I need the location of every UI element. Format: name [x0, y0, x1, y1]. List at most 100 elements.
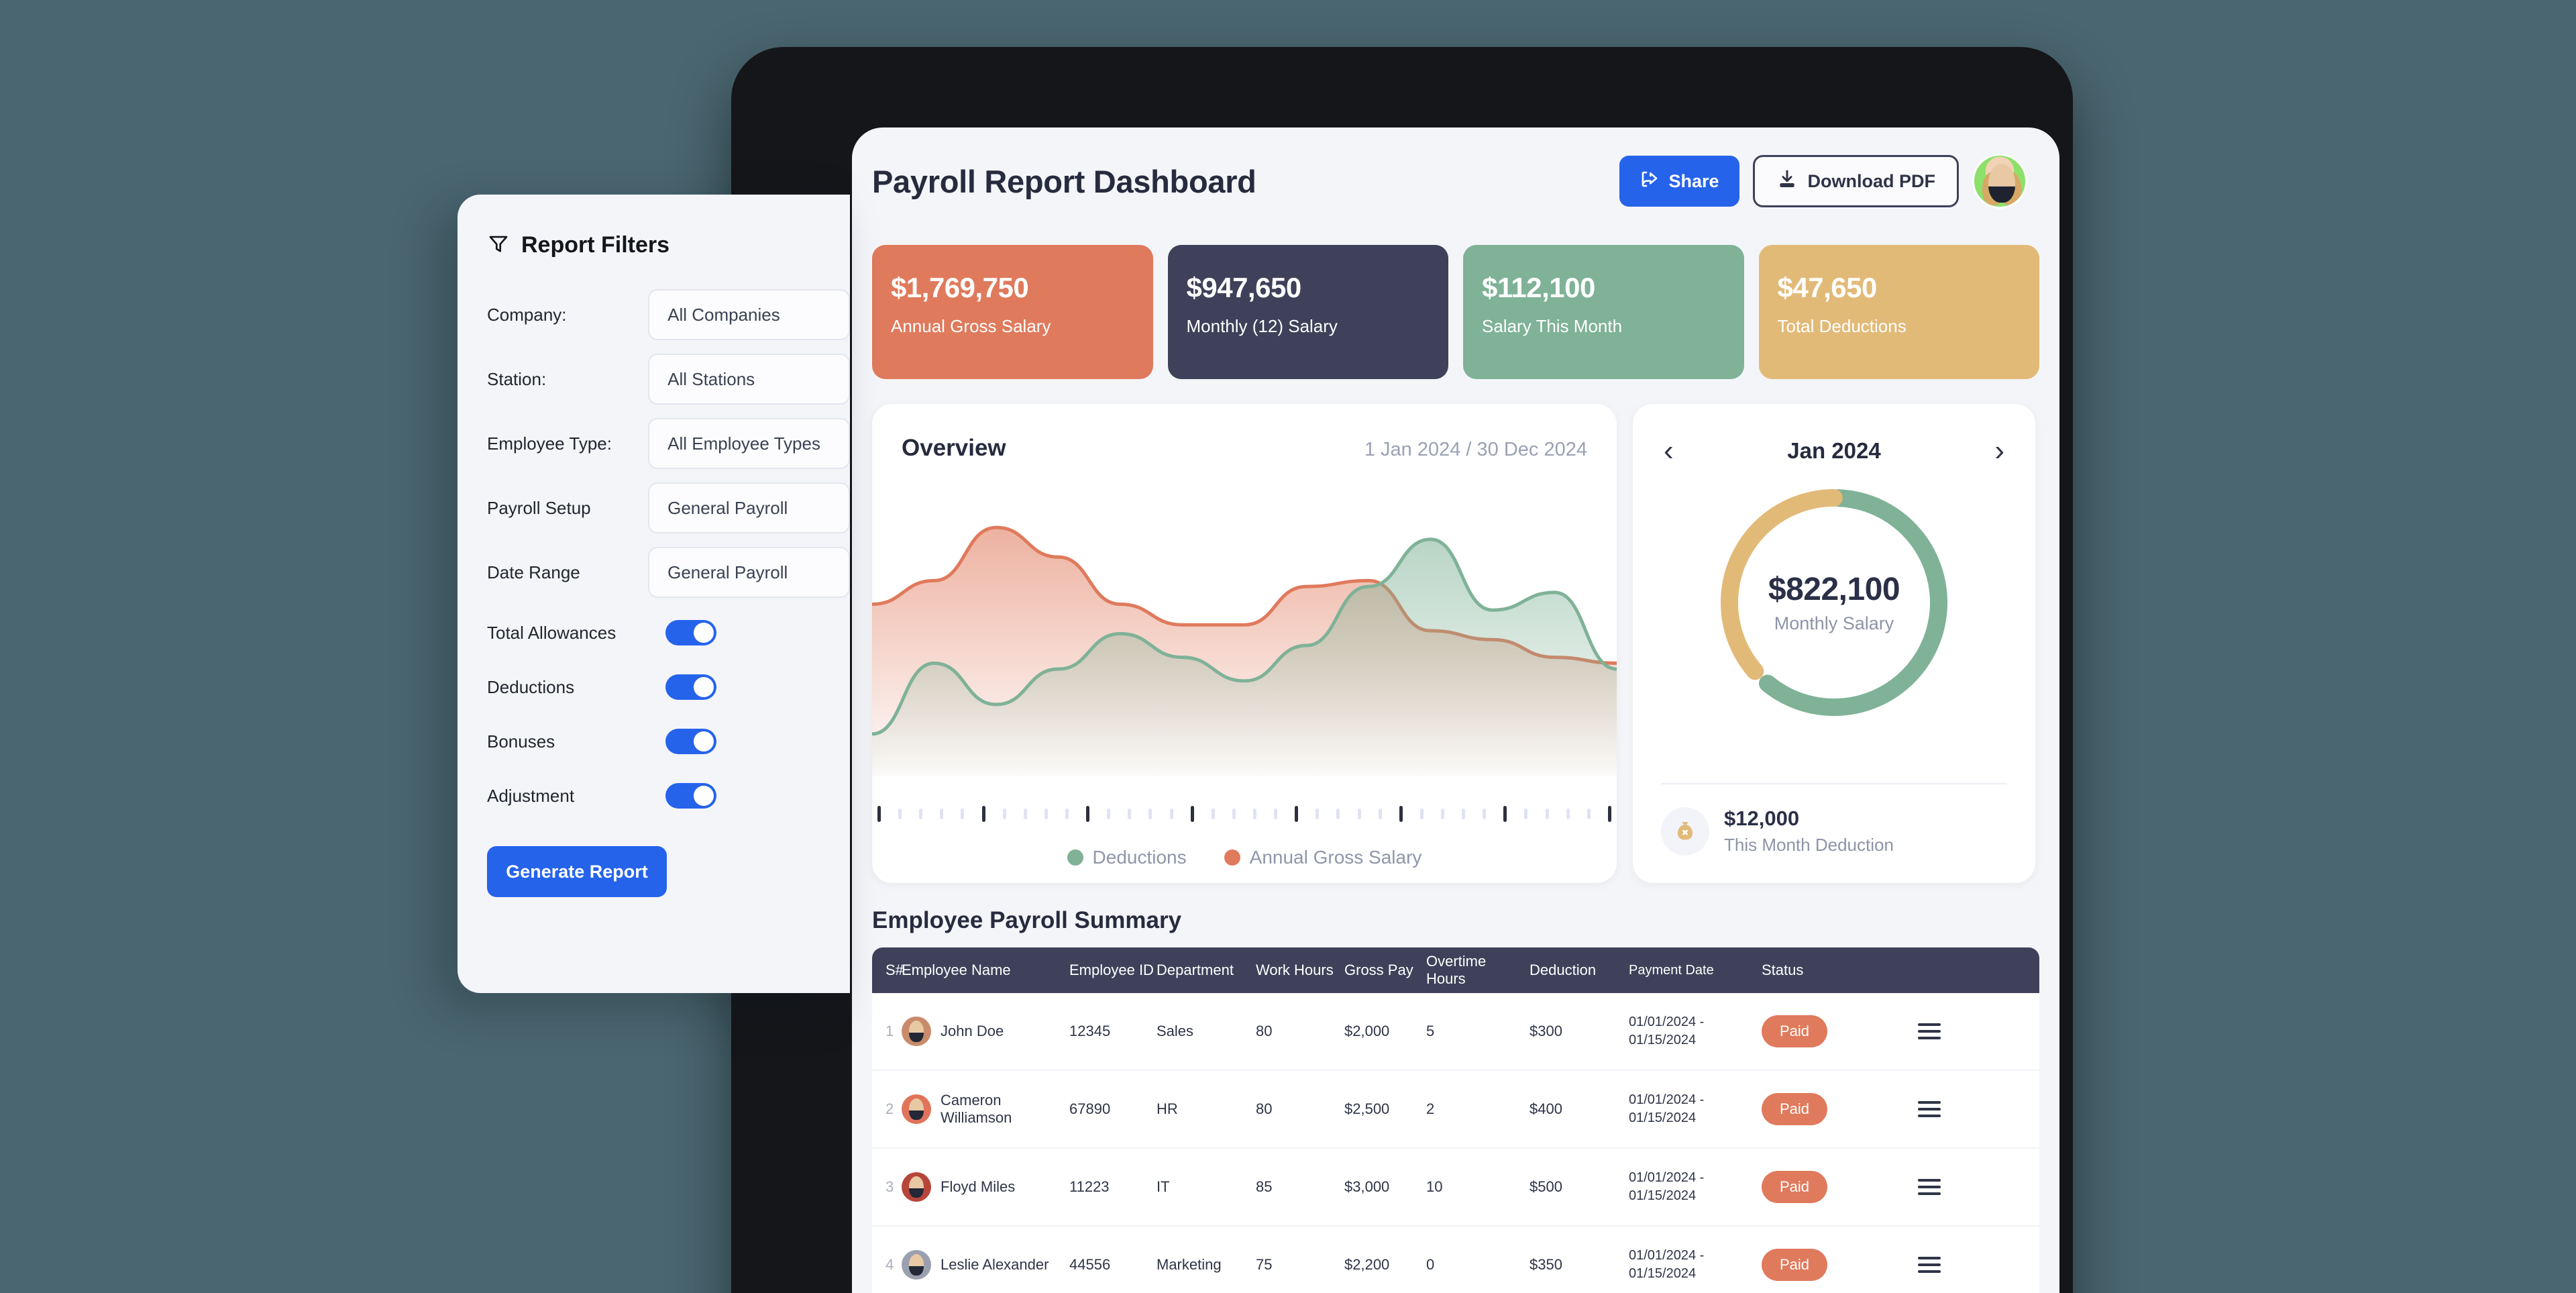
cell-payment-date: 01/01/2024 - 01/15/2024 — [1629, 1248, 1705, 1281]
axis-tick — [877, 806, 881, 822]
download-pdf-button[interactable]: Download PDF — [1752, 155, 1959, 207]
cell-actions[interactable] — [1896, 1023, 1963, 1039]
filter-select[interactable]: General Payroll — [648, 482, 850, 533]
filter-select[interactable]: All Employee Types — [648, 418, 850, 469]
cell-actions[interactable] — [1896, 1257, 1963, 1273]
filter-select[interactable]: All Companies — [648, 289, 850, 340]
filter-select[interactable]: All Stations — [648, 354, 850, 405]
row-menu-icon[interactable] — [1918, 1101, 1941, 1117]
toggle-switch[interactable] — [665, 620, 716, 645]
cell-employee-id: 11223 — [1069, 1178, 1110, 1195]
axis-tick — [1440, 809, 1444, 819]
column-header-index: S# — [885, 962, 904, 978]
overview-chart-card: Overview 1 Jan 2024 / 30 Dec 2024 Deduct… — [872, 404, 1617, 883]
stat-card-total-deductions: $47,650 Total Deductions — [1758, 245, 2039, 379]
cell-actions[interactable] — [1896, 1101, 1963, 1117]
cell-department: Sales — [1157, 1023, 1194, 1039]
cell-department: Marketing — [1157, 1256, 1222, 1273]
area-chart — [872, 525, 1617, 776]
toggle-switch[interactable] — [665, 729, 716, 754]
filter-row-payrollsetup: Payroll Setup General Payroll — [487, 482, 850, 533]
download-icon — [1776, 168, 1798, 195]
axis-tick — [961, 809, 965, 819]
toggle-label: Total Allowances — [487, 622, 616, 643]
cell-overtime-hours: 10 — [1426, 1178, 1443, 1195]
row-menu-icon[interactable] — [1918, 1257, 1941, 1273]
toggle-label: Bonuses — [487, 731, 555, 752]
divider — [1661, 783, 2007, 784]
donut-center-text: $822,100 Monthly Salary — [1715, 483, 1953, 722]
stat-card-annual-gross-salary: $1,769,750 Annual Gross Salary — [872, 245, 1153, 379]
toggle-switch[interactable] — [665, 783, 716, 809]
axis-tick — [1128, 809, 1132, 819]
row-menu-icon[interactable] — [1918, 1023, 1941, 1039]
cell-deduction: $350 — [1529, 1256, 1562, 1273]
column-header-payment-date: Payment Date — [1629, 962, 1714, 978]
report-filters-panel: Report Filters Company: All Companies Stat… — [458, 195, 850, 993]
deduction-texts: $12,000 This Month Deduction — [1724, 807, 1894, 856]
table-row[interactable]: 1 John Doe 12345 Sales 80 $2,000 5 $300 01/01/20… — [872, 993, 2039, 1071]
axis-tick — [981, 806, 985, 822]
axis-tick — [1086, 806, 1090, 822]
status-badge: Paid — [1762, 1093, 1827, 1125]
cell-deduction: $400 — [1529, 1100, 1562, 1117]
axis-tick — [1211, 809, 1215, 819]
generate-report-button[interactable]: Generate Report — [487, 846, 667, 897]
cell-status: Paid — [1762, 1249, 1896, 1281]
monthly-salary-card: ‹ Jan 2024 › $822,100 Monthly Salary $12… — [1633, 404, 2035, 883]
toggle-switch[interactable] — [665, 674, 716, 700]
avatar — [902, 1172, 931, 1202]
axis-tick — [1252, 809, 1256, 819]
avatar — [902, 1017, 931, 1046]
share-button-label: Share — [1668, 170, 1719, 191]
axis-tick — [1065, 809, 1069, 819]
filter-toggle-list: Total Allowances Deductions Bonuses Adjustm… — [487, 611, 850, 817]
month-label: Jan 2024 — [1787, 438, 1881, 463]
toggle-row-deductions: Deductions — [487, 666, 850, 709]
cell-status: Paid — [1762, 1093, 1896, 1125]
stat-label: Salary This Month — [1482, 316, 1623, 336]
avatar[interactable] — [1972, 154, 2027, 209]
axis-tick — [1503, 806, 1507, 822]
table-row[interactable]: 2 Cameron Williamson 67890 HR 80 $2,500 2 $400 0… — [872, 1071, 2039, 1149]
cell-status: Paid — [1762, 1015, 1896, 1047]
employee-name-text: John Doe — [941, 1023, 1004, 1039]
employee-name-text: Leslie Alexander — [941, 1256, 1049, 1273]
axis-tick — [1524, 809, 1528, 819]
row-menu-icon[interactable] — [1918, 1179, 1941, 1195]
axis-tick — [1148, 809, 1152, 819]
stat-label: Monthly (12) Salary — [1186, 316, 1338, 336]
axis-tick — [1295, 806, 1299, 822]
header-actions: Share Download PDF — [1619, 154, 2027, 209]
table-row[interactable]: 3 Floyd Miles 11223 IT 85 $3,000 10 $500 01/01/2… — [872, 1149, 2039, 1227]
legend-item-annual-gross-salary: Annual Gross Salary — [1224, 847, 1421, 868]
cell-index: 4 — [885, 1256, 894, 1273]
chevron-right-icon[interactable]: › — [1994, 436, 2004, 466]
table-row[interactable]: 4 Leslie Alexander 44556 Marketing 75 $2,200 0… — [872, 1227, 2039, 1293]
status-badge: Paid — [1762, 1249, 1827, 1281]
toggle-label: Adjustment — [487, 785, 575, 806]
chart-legend: Deductions Annual Gross Salary — [872, 847, 1617, 868]
axis-tick — [1399, 806, 1403, 822]
axis-tick — [1107, 809, 1111, 819]
cell-actions[interactable] — [1896, 1179, 1963, 1195]
cell-work-hours: 85 — [1256, 1178, 1273, 1195]
axis-tick — [1357, 809, 1361, 819]
chevron-left-icon[interactable]: ‹ — [1664, 436, 1674, 466]
axis-tick — [1462, 809, 1466, 819]
deduction-amount: $12,000 — [1724, 807, 1800, 830]
share-icon — [1640, 169, 1660, 194]
filter-select[interactable]: General Payroll — [648, 547, 850, 598]
filter-row-daterange: Date Range General Payroll — [487, 547, 850, 598]
filter-panel-title: Report Filters — [521, 232, 670, 258]
axis-tick — [1545, 809, 1549, 819]
filter-label: Date Range — [487, 562, 580, 582]
cell-payment-date: 01/01/2024 - 01/15/2024 — [1629, 1015, 1705, 1047]
status-badge: Paid — [1762, 1015, 1827, 1047]
table-body: 1 John Doe 12345 Sales 80 $2,000 5 $300 01/01/20… — [872, 993, 2039, 1293]
filter-row-employeetype: Employee Type: All Employee Types — [487, 418, 850, 469]
toggle-row-bonuses: Bonuses — [487, 720, 850, 763]
download-pdf-label: Download PDF — [1807, 170, 1936, 191]
chart-tick-axis — [877, 805, 1611, 823]
share-button[interactable]: Share — [1619, 156, 1739, 207]
